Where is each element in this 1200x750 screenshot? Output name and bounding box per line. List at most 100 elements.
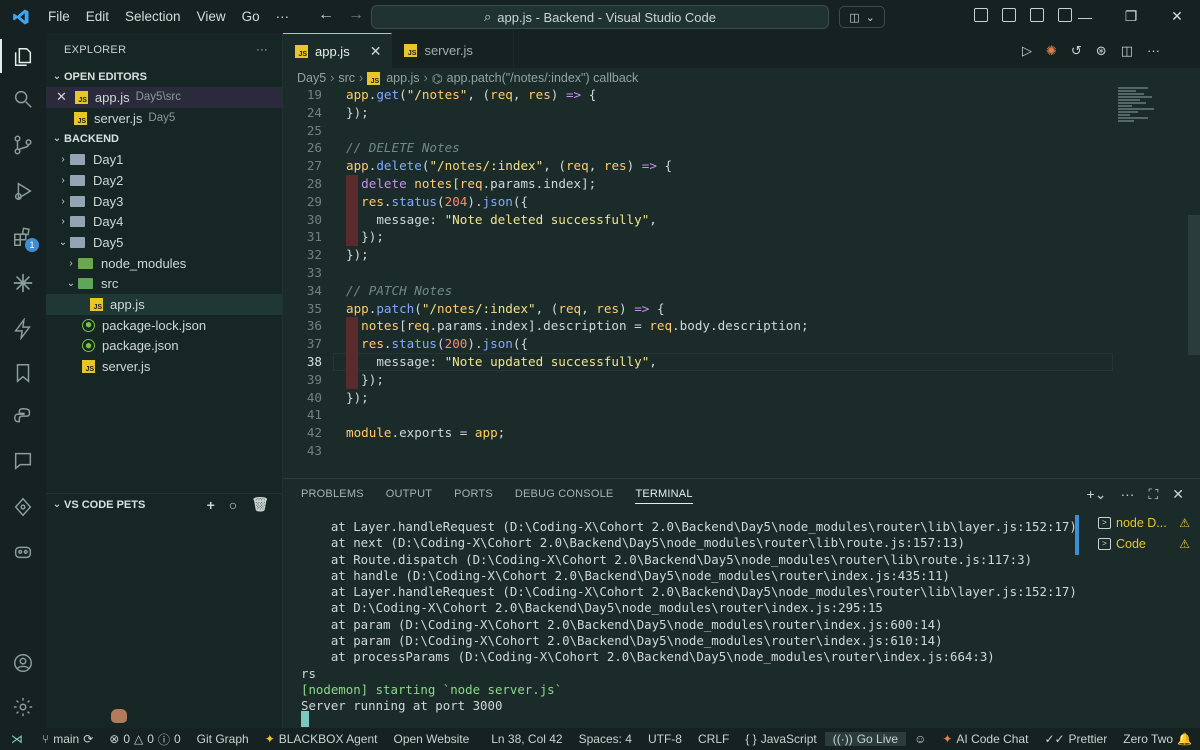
close-panel-icon[interactable]: ✕ bbox=[1172, 486, 1184, 503]
more-actions-icon[interactable]: ··· bbox=[1120, 486, 1134, 503]
git-lens-icon[interactable] bbox=[11, 495, 35, 519]
code-line[interactable]: 41 bbox=[283, 406, 1113, 424]
source-control-icon[interactable] bbox=[11, 133, 35, 157]
terminal-output[interactable]: at Layer.handleRequest (D:\Coding-X\Coho… bbox=[301, 519, 1081, 715]
account-icon[interactable] bbox=[11, 651, 35, 675]
forward-arrow-icon[interactable]: → bbox=[348, 6, 364, 24]
language-status[interactable]: { } JavaScript bbox=[737, 732, 824, 746]
toggle-panel-icon[interactable] bbox=[1030, 8, 1044, 22]
extensions-icon[interactable]: 1 bbox=[11, 225, 39, 252]
python-icon[interactable] bbox=[11, 405, 35, 429]
minimap[interactable] bbox=[1118, 86, 1168, 146]
tree-item-app-js[interactable]: JS app.js bbox=[46, 294, 282, 315]
open-website-button[interactable]: Open Website bbox=[385, 732, 477, 746]
blackbox-button[interactable]: ✦ BLACKBOX Agent bbox=[257, 732, 386, 746]
open-editors-header[interactable]: ⌄ OPEN EDITORS bbox=[46, 66, 282, 87]
tree-item-day5[interactable]: ⌄ Day5 bbox=[46, 232, 282, 253]
code-line[interactable]: 37 res.status(200).json({ bbox=[283, 335, 1113, 353]
copilot-status[interactable]: ☺ bbox=[906, 732, 934, 746]
breadcrumb-item[interactable]: Day5 bbox=[297, 71, 326, 85]
add-pet-icon[interactable]: + bbox=[207, 497, 215, 513]
search-icon[interactable] bbox=[11, 87, 35, 111]
breadcrumb-item[interactable]: src bbox=[338, 71, 355, 85]
code-line[interactable]: 34 // PATCH Notes bbox=[283, 282, 1113, 300]
menu-file[interactable]: File bbox=[40, 9, 78, 24]
tree-item-day4[interactable]: › Day4 bbox=[46, 211, 282, 232]
tab-server-js[interactable]: JS server.js bbox=[392, 33, 514, 68]
run-icon[interactable]: ▷ bbox=[1022, 43, 1032, 59]
ai-chat-button[interactable]: ✦ AI Code Chat bbox=[934, 732, 1036, 746]
chat-icon[interactable] bbox=[11, 449, 35, 473]
trash-icon[interactable]: 🗑 bbox=[251, 496, 269, 513]
settings-gear-icon[interactable] bbox=[11, 695, 35, 719]
open-editor-item[interactable]: ✕ JS app.js Day5\src bbox=[46, 87, 282, 108]
branch-status[interactable]: ⑂ main ⟳ bbox=[34, 732, 101, 746]
code-line[interactable]: 32}); bbox=[283, 246, 1113, 264]
problems-status[interactable]: ⊗ 0 △ 0 ⓘ 0 bbox=[101, 731, 188, 748]
toggle-primary-sidebar-icon[interactable] bbox=[1002, 8, 1016, 22]
tab-debug-console[interactable]: DEBUG CONSOLE bbox=[515, 488, 614, 504]
history-icon[interactable]: ↺ bbox=[1071, 43, 1082, 59]
open-editor-item[interactable]: JS server.js Day5 bbox=[46, 108, 282, 129]
code-editor[interactable]: 19 app.get("/notes", (req, res) => {24});… bbox=[283, 86, 1113, 468]
spark-icon[interactable]: ✺ bbox=[1046, 43, 1057, 59]
terminal-tab-code[interactable]: > Code ⚠ bbox=[1098, 533, 1200, 554]
explorer-more-button[interactable]: ··· bbox=[256, 44, 268, 56]
code-line[interactable]: 30 message: "Note deleted successfully", bbox=[283, 210, 1113, 229]
code-line[interactable]: 36 notes[req.params.index].description =… bbox=[283, 317, 1113, 336]
code-line[interactable]: 40}); bbox=[283, 389, 1113, 407]
maximize-panel-icon[interactable]: ⛶ bbox=[1148, 486, 1158, 503]
copilot-icon[interactable] bbox=[11, 539, 35, 563]
theme-status[interactable]: Zero Two 🔔 bbox=[1115, 732, 1200, 746]
ai-icon[interactable]: ⊛ bbox=[1096, 43, 1107, 59]
code-line[interactable]: 31 }); bbox=[283, 228, 1113, 247]
new-terminal-icon[interactable]: +⌄ bbox=[1087, 486, 1107, 503]
back-arrow-icon[interactable]: ← bbox=[318, 6, 334, 24]
circle-icon[interactable]: ○ bbox=[229, 497, 237, 513]
code-line[interactable]: 25 bbox=[283, 122, 1113, 140]
menu-view[interactable]: View bbox=[189, 9, 234, 24]
tab-app-js[interactable]: JS app.js ✕ bbox=[283, 33, 393, 68]
git-graph-button[interactable]: Git Graph bbox=[189, 732, 257, 746]
terminal-scrollbar[interactable] bbox=[1075, 515, 1079, 555]
tab-ports[interactable]: PORTS bbox=[454, 488, 493, 504]
tree-item-day2[interactable]: › Day2 bbox=[46, 170, 282, 191]
tab-output[interactable]: OUTPUT bbox=[386, 488, 432, 504]
restore-button[interactable]: ❐ bbox=[1108, 0, 1154, 33]
more-actions-icon[interactable]: ··· bbox=[1147, 43, 1160, 59]
code-line[interactable]: 38 message: "Note updated successfully", bbox=[283, 352, 1113, 371]
tree-item-package-json[interactable]: ⬢ package.json bbox=[46, 336, 282, 357]
toggle-sidebar-icon[interactable] bbox=[974, 8, 988, 22]
menu-selection[interactable]: Selection bbox=[117, 9, 189, 24]
explorer-icon[interactable] bbox=[11, 45, 35, 69]
command-center[interactable]: ⌕ app.js - Backend - Visual Studio Code bbox=[371, 5, 829, 29]
bookmark-icon[interactable] bbox=[11, 361, 35, 385]
go-live-button[interactable]: ((·)) Go Live bbox=[824, 732, 907, 746]
code-line[interactable]: 28 delete notes[req.params.index]; bbox=[283, 174, 1113, 193]
encoding-status[interactable]: UTF-8 bbox=[640, 732, 690, 746]
pet-sprite[interactable] bbox=[111, 709, 127, 723]
code-line[interactable]: 24}); bbox=[283, 104, 1113, 122]
close-tab-icon[interactable]: ✕ bbox=[370, 43, 382, 60]
vscode-pets-header[interactable]: ⌄ VS CODE PETS + ○ 🗑 bbox=[46, 493, 283, 515]
menu-more[interactable]: ··· bbox=[268, 9, 298, 24]
code-line[interactable]: 29 res.status(204).json({ bbox=[283, 192, 1113, 211]
tab-terminal[interactable]: TERMINAL bbox=[635, 488, 693, 504]
tab-problems[interactable]: PROBLEMS bbox=[301, 488, 364, 504]
code-line[interactable]: 39 }); bbox=[283, 370, 1113, 389]
tree-item-day3[interactable]: › Day3 bbox=[46, 191, 282, 212]
breadcrumb-item[interactable]: app.js bbox=[386, 71, 419, 85]
close-icon[interactable]: ✕ bbox=[56, 89, 67, 105]
terminal-tab-node[interactable]: > node D... ⚠ bbox=[1098, 512, 1200, 533]
tree-item-server-js[interactable]: JS server.js bbox=[46, 356, 282, 377]
menu-go[interactable]: Go bbox=[234, 9, 268, 24]
tree-item-src[interactable]: ⌄ src bbox=[46, 274, 282, 295]
code-line[interactable]: 43 bbox=[283, 442, 1113, 460]
run-debug-icon[interactable] bbox=[11, 179, 35, 203]
editor-scrollbar[interactable] bbox=[1188, 215, 1200, 355]
backend-folder-header[interactable]: ⌄ BACKEND bbox=[46, 128, 282, 149]
tree-item-day1[interactable]: › Day1 bbox=[46, 149, 282, 170]
tree-item-node-modules[interactable]: › node_modules bbox=[46, 253, 282, 274]
code-line[interactable]: 33 bbox=[283, 264, 1113, 282]
cursor-position[interactable]: Ln 38, Col 42 bbox=[483, 732, 570, 746]
